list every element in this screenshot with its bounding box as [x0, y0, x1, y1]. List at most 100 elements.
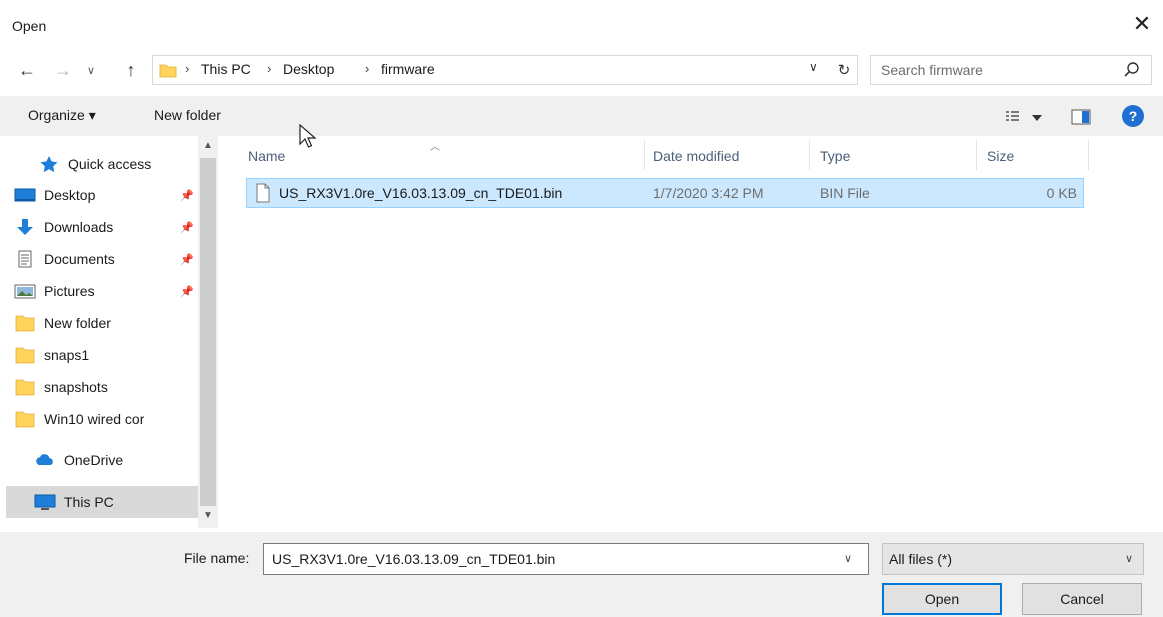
nav-item-label: Win10 wired cor: [44, 411, 145, 427]
scroll-down-icon[interactable]: ▼: [198, 510, 218, 524]
new-folder-button[interactable]: New folder: [154, 107, 221, 123]
desktop-icon: [14, 188, 36, 202]
organize-button[interactable]: Organize ▾: [28, 107, 96, 124]
nav-item-new-folder[interactable]: New folder: [10, 307, 200, 339]
back-button[interactable]: ←: [16, 58, 38, 82]
nav-item-documents[interactable]: Documents 📌: [10, 243, 200, 275]
download-icon: [17, 219, 33, 235]
forward-button[interactable]: →: [52, 58, 74, 82]
nav-item-label: Pictures: [44, 283, 95, 299]
nav-item-this-pc[interactable]: This PC: [6, 486, 198, 518]
up-button[interactable]: ↑: [120, 58, 142, 82]
chevron-down-icon[interactable]: ∨: [844, 552, 852, 565]
chevron-down-icon[interactable]: ∨: [809, 60, 818, 74]
sort-ascending-icon: ︿: [430, 142, 440, 153]
arrow-left-icon: ←: [18, 59, 36, 80]
nav-item-label: Downloads: [44, 219, 114, 235]
chevron-down-icon: ∨: [1125, 553, 1134, 565]
nav-item-desktop[interactable]: Desktop 📌: [10, 179, 200, 211]
nav-scrollbar[interactable]: ▲ ▼: [198, 136, 218, 528]
nav-item-label: snapshots: [44, 379, 108, 395]
window-title: Open: [12, 18, 47, 34]
scroll-up-icon[interactable]: ▲: [198, 140, 218, 154]
column-divider[interactable]: [644, 140, 645, 170]
file-type-value: All files (*): [889, 551, 953, 567]
pin-icon[interactable]: 📌: [180, 253, 194, 266]
search-box[interactable]: [870, 55, 1152, 85]
nav-item-downloads[interactable]: Downloads 📌: [10, 211, 200, 243]
breadcrumb-this-pc[interactable]: This PC: [201, 61, 251, 77]
nav-item-label: Desktop: [44, 187, 96, 203]
title-bar: [0, 0, 1163, 44]
caret-down-icon: [1032, 115, 1042, 121]
chevron-down-icon: ∨: [86, 64, 96, 77]
file-icon: [256, 183, 270, 203]
documents-icon: [18, 250, 32, 268]
preview-pane-button[interactable]: [1070, 107, 1092, 127]
file-name-combo[interactable]: ∨: [263, 543, 869, 575]
cancel-button[interactable]: Cancel: [1022, 583, 1142, 615]
refresh-button[interactable]: ↻: [833, 58, 855, 82]
file-type: BIN File: [820, 185, 870, 201]
file-name-input[interactable]: [264, 544, 834, 574]
help-button[interactable]: ?: [1122, 105, 1144, 127]
close-button[interactable]: ✕: [1122, 6, 1162, 42]
change-view-button[interactable]: [1004, 106, 1046, 128]
navigation-pane: Quick access Desktop 📌 Downloads 📌 Docum…: [6, 136, 218, 528]
pin-icon[interactable]: 📌: [180, 285, 194, 298]
nav-item-label: snaps1: [44, 347, 90, 363]
search-icon[interactable]: [1121, 60, 1143, 80]
nav-item-label: This PC: [64, 494, 114, 510]
column-divider[interactable]: [809, 140, 810, 170]
arrow-up-icon: ↑: [126, 59, 136, 80]
column-header-name[interactable]: Name: [248, 148, 285, 164]
nav-item-label: New folder: [44, 315, 111, 331]
column-header-type[interactable]: Type: [820, 148, 850, 164]
nav-item-snapshots[interactable]: snapshots: [10, 371, 200, 403]
mouse-cursor-icon: [299, 124, 317, 148]
nav-item-label: OneDrive: [64, 452, 124, 468]
help-icon: ?: [1128, 108, 1138, 124]
computer-icon: [34, 494, 56, 510]
recent-locations-button[interactable]: ∨: [80, 58, 102, 82]
breadcrumb-firmware[interactable]: firmware: [381, 61, 435, 77]
cloud-icon: [36, 454, 53, 465]
folder-icon: [15, 315, 35, 332]
column-header-size[interactable]: Size: [987, 148, 1014, 164]
folder-icon: [15, 347, 35, 364]
file-list: ︿ Name Date modified Type Size US_RX3V1.…: [222, 136, 1163, 528]
search-input[interactable]: [871, 56, 1111, 84]
file-name-label: File name:: [184, 550, 250, 566]
file-name: US_RX3V1.0re_V16.03.13.09_cn_TDE01.bin: [279, 185, 563, 201]
nav-item-onedrive[interactable]: OneDrive: [10, 444, 200, 476]
nav-item-snaps1[interactable]: snaps1: [10, 339, 200, 371]
breadcrumb-desktop[interactable]: Desktop: [283, 61, 334, 77]
chevron-right-icon: ›: [185, 61, 190, 76]
folder-icon: [15, 411, 35, 428]
nav-item-pictures[interactable]: Pictures 📌: [10, 275, 200, 307]
folder-icon: [15, 379, 35, 396]
file-type-select[interactable]: All files (*) ∨: [882, 543, 1144, 575]
nav-item-label: Quick access: [68, 156, 152, 172]
star-icon: [40, 156, 58, 173]
nav-item-win10-wired[interactable]: Win10 wired cor: [10, 403, 200, 435]
file-row[interactable]: US_RX3V1.0re_V16.03.13.09_cn_TDE01.bin 1…: [246, 178, 1084, 208]
column-divider[interactable]: [1088, 140, 1089, 170]
file-date: 1/7/2020 3:42 PM: [653, 185, 764, 201]
pin-icon[interactable]: 📌: [180, 189, 194, 202]
chevron-right-icon: ›: [267, 61, 272, 76]
scroll-thumb[interactable]: [200, 158, 216, 506]
view-details-icon: [1006, 111, 1019, 121]
nav-item-quick-access[interactable]: Quick access: [10, 148, 200, 180]
address-bar[interactable]: › This PC › Desktop › firmware ∨ ↻: [152, 55, 858, 85]
nav-item-label: Documents: [44, 251, 115, 267]
open-button[interactable]: Open: [882, 583, 1002, 615]
column-divider[interactable]: [976, 140, 977, 170]
file-size: 0 KB: [1046, 185, 1077, 201]
pin-icon[interactable]: 📌: [180, 221, 194, 234]
arrow-right-icon: →: [54, 59, 72, 80]
column-header-date[interactable]: Date modified: [653, 148, 739, 164]
pictures-icon: [14, 284, 36, 299]
close-icon: ✕: [1132, 11, 1152, 36]
refresh-icon: ↻: [837, 62, 851, 79]
